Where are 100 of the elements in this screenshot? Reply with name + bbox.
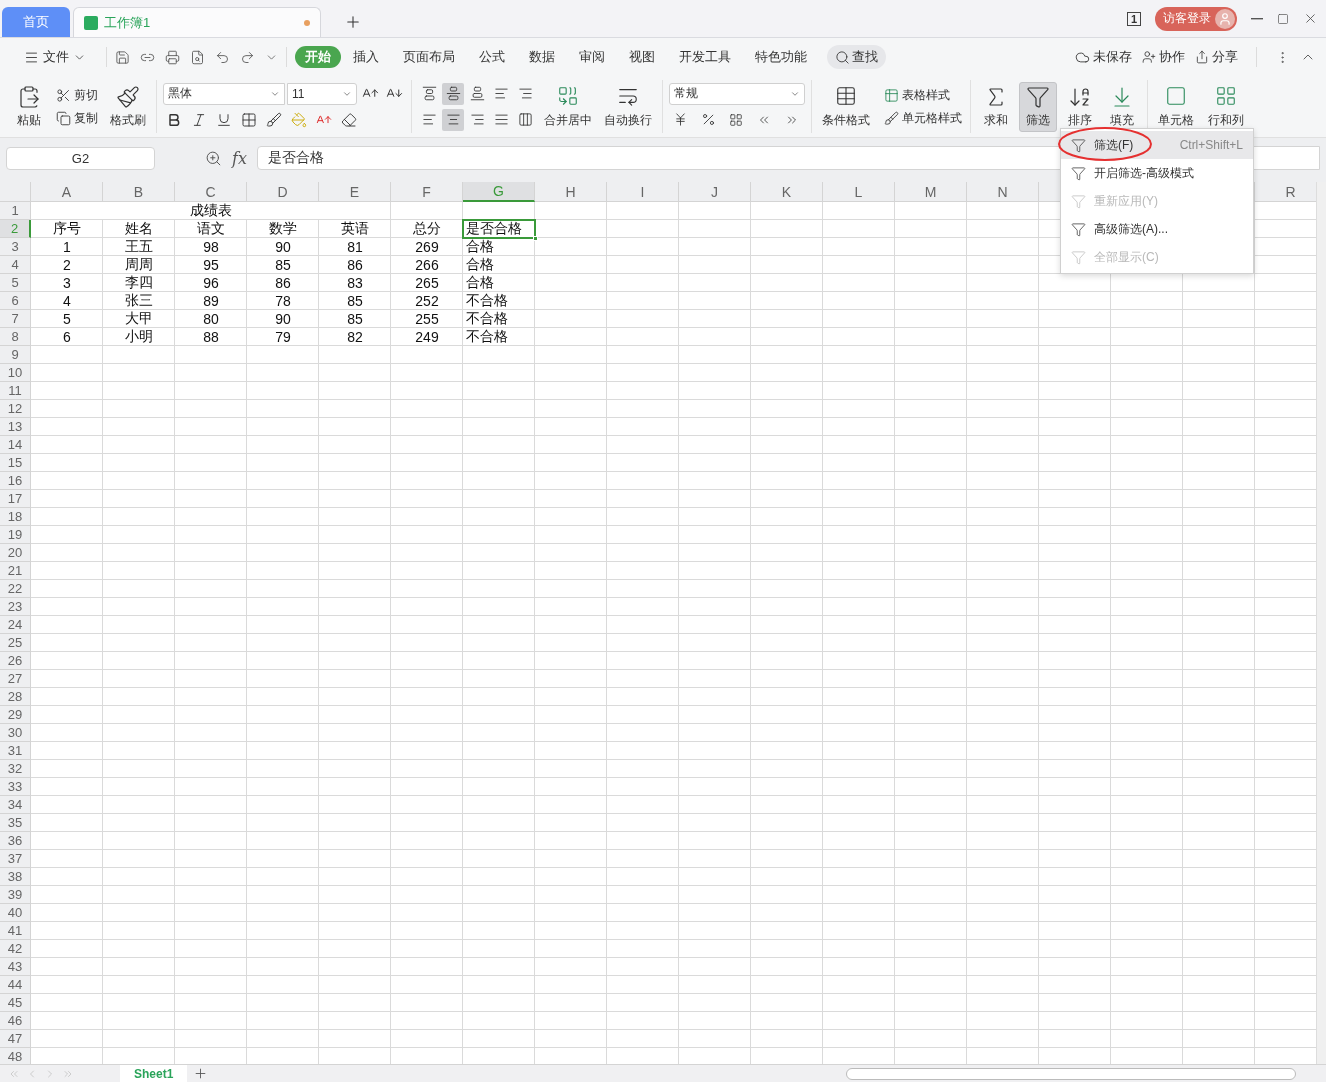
- row-header[interactable]: 41: [0, 922, 31, 940]
- column-header[interactable]: G: [463, 182, 535, 202]
- ribbon-tab[interactable]: 审阅: [567, 46, 617, 68]
- row-header[interactable]: 39: [0, 886, 31, 904]
- ribbon-tab[interactable]: 插入: [341, 46, 391, 68]
- row-header[interactable]: 21: [0, 562, 31, 580]
- row-header[interactable]: 13: [0, 418, 31, 436]
- row-header[interactable]: 46: [0, 1012, 31, 1030]
- row-header[interactable]: 23: [0, 598, 31, 616]
- column-header[interactable]: C: [175, 182, 247, 202]
- row-header[interactable]: 18: [0, 508, 31, 526]
- row-header[interactable]: 29: [0, 706, 31, 724]
- row-header[interactable]: 30: [0, 724, 31, 742]
- number-format-field[interactable]: 常规: [669, 82, 805, 105]
- name-box[interactable]: G2: [6, 146, 155, 170]
- header-cell[interactable]: 英语: [319, 220, 391, 238]
- header-cell[interactable]: 总分: [391, 220, 463, 238]
- font-size-field[interactable]: 11: [287, 82, 357, 105]
- column-header[interactable]: F: [391, 182, 463, 202]
- ribbon-tab[interactable]: 视图: [617, 46, 667, 68]
- column-header[interactable]: J: [679, 182, 751, 202]
- column-header[interactable]: E: [319, 182, 391, 202]
- row-header[interactable]: 32: [0, 760, 31, 778]
- function-button[interactable]: fx: [232, 148, 247, 168]
- row-header[interactable]: 35: [0, 814, 31, 832]
- column-header[interactable]: N: [967, 182, 1039, 202]
- row-header[interactable]: 33: [0, 778, 31, 796]
- column-header[interactable]: D: [247, 182, 319, 202]
- table-style-button[interactable]: 表格样式: [882, 85, 952, 105]
- row-header[interactable]: 19: [0, 526, 31, 544]
- header-cell[interactable]: 是否合格: [463, 220, 535, 238]
- row-header[interactable]: 7: [0, 310, 31, 328]
- row-header[interactable]: 2: [0, 220, 31, 238]
- menu-item[interactable]: 筛选(F) Ctrl+Shift+L: [1061, 131, 1253, 159]
- row-header[interactable]: 15: [0, 454, 31, 472]
- column-header[interactable]: A: [31, 182, 103, 202]
- row-header[interactable]: 42: [0, 940, 31, 958]
- login-button[interactable]: 访客登录: [1155, 6, 1237, 31]
- wrap-text-button[interactable]: 自动换行: [600, 81, 656, 132]
- font-name-field[interactable]: 黑体: [163, 82, 285, 105]
- file-menu[interactable]: 文件: [12, 46, 98, 68]
- header-cell[interactable]: 姓名: [103, 220, 175, 238]
- header-cell[interactable]: 数学: [247, 220, 319, 238]
- column-header[interactable]: L: [823, 182, 895, 202]
- horizontal-scrollbar[interactable]: [846, 1067, 1296, 1080]
- column-header[interactable]: K: [751, 182, 823, 202]
- sheet-tab[interactable]: Sheet1: [120, 1064, 188, 1082]
- row-header[interactable]: 17: [0, 490, 31, 508]
- row-header[interactable]: 47: [0, 1030, 31, 1048]
- minimize-icon[interactable]: [1251, 17, 1263, 20]
- row-header[interactable]: 44: [0, 976, 31, 994]
- page-count-badge[interactable]: 1: [1126, 11, 1141, 26]
- column-header[interactable]: M: [895, 182, 967, 202]
- sort-button[interactable]: 排序: [1061, 81, 1099, 132]
- ribbon-tab[interactable]: 页面布局: [391, 46, 467, 68]
- vertical-align-button[interactable]: [442, 82, 464, 105]
- menu-item[interactable]: 开启筛选-高级模式: [1061, 159, 1253, 187]
- copy-button[interactable]: 复制: [54, 108, 100, 128]
- ribbon-tab[interactable]: 公式: [467, 46, 517, 68]
- row-header[interactable]: 45: [0, 994, 31, 1012]
- merge-center-button[interactable]: 合并居中: [540, 81, 596, 132]
- column-header[interactable]: B: [103, 182, 175, 202]
- row-header[interactable]: 24: [0, 616, 31, 634]
- row-header[interactable]: 37: [0, 850, 31, 868]
- conditional-format-button[interactable]: 条件格式: [818, 81, 874, 132]
- row-header[interactable]: 31: [0, 742, 31, 760]
- row-header[interactable]: 20: [0, 544, 31, 562]
- row-header[interactable]: 1: [0, 202, 31, 220]
- paste-button[interactable]: 粘贴: [10, 81, 48, 132]
- share-button[interactable]: 分享: [1195, 48, 1238, 66]
- column-header[interactable]: H: [535, 182, 607, 202]
- ribbon-tab[interactable]: 数据: [517, 46, 567, 68]
- row-header[interactable]: 14: [0, 436, 31, 454]
- row-header[interactable]: 9: [0, 346, 31, 364]
- row-header[interactable]: 3: [0, 238, 31, 256]
- ribbon-tab[interactable]: 开发工具: [667, 46, 743, 68]
- header-cell[interactable]: 序号: [31, 220, 103, 238]
- ribbon-tab[interactable]: 特色功能: [743, 46, 819, 68]
- row-header[interactable]: 36: [0, 832, 31, 850]
- row-header[interactable]: 16: [0, 472, 31, 490]
- column-header[interactable]: R: [1255, 182, 1316, 202]
- row-header[interactable]: 12: [0, 400, 31, 418]
- row-header[interactable]: 28: [0, 688, 31, 706]
- fill-handle[interactable]: [533, 236, 538, 241]
- column-header[interactable]: I: [607, 182, 679, 202]
- collaborate-button[interactable]: 协作: [1142, 48, 1185, 66]
- row-header[interactable]: 43: [0, 958, 31, 976]
- cell-style-button[interactable]: 单元格样式: [882, 108, 964, 128]
- row-header[interactable]: 26: [0, 652, 31, 670]
- row-header[interactable]: 4: [0, 256, 31, 274]
- rows-columns-button[interactable]: 行和列: [1204, 81, 1248, 132]
- row-header[interactable]: 10: [0, 364, 31, 382]
- sum-button[interactable]: 求和: [977, 81, 1015, 132]
- ribbon-tab[interactable]: 开始: [295, 46, 341, 68]
- row-header[interactable]: 11: [0, 382, 31, 400]
- row-header[interactable]: 25: [0, 634, 31, 652]
- row-header[interactable]: 8: [0, 328, 31, 346]
- row-header[interactable]: 48: [0, 1048, 31, 1064]
- row-header[interactable]: 5: [0, 274, 31, 292]
- cut-button[interactable]: 剪切: [54, 85, 100, 105]
